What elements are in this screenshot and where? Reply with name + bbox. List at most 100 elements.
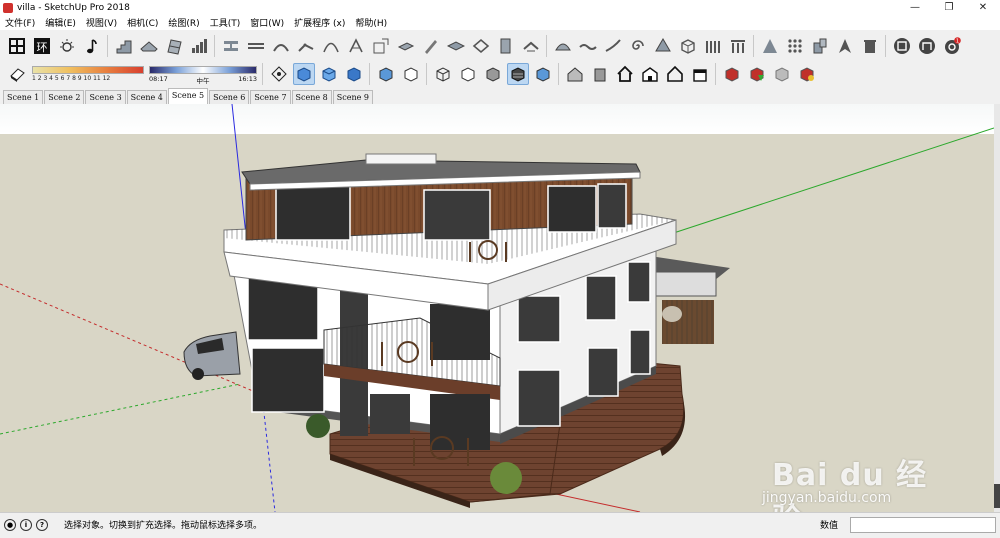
extrude-tool-button[interactable] xyxy=(395,35,417,57)
top-view-icon xyxy=(297,66,310,82)
tab-scene-7[interactable]: Scene 7 xyxy=(250,90,291,104)
tab-scene-2[interactable]: Scene 2 xyxy=(44,90,85,104)
house-front-button[interactable] xyxy=(589,63,611,85)
component-icon xyxy=(813,38,826,53)
share-component-button[interactable] xyxy=(771,63,793,85)
wall-tool-button[interactable] xyxy=(163,35,185,57)
hidden-line-button[interactable] xyxy=(457,63,479,85)
menu-window[interactable]: 窗口(W) xyxy=(245,16,289,29)
pen-tool-button[interactable] xyxy=(420,35,442,57)
house-top-button[interactable] xyxy=(614,63,636,85)
date-gradient-bar[interactable] xyxy=(32,65,144,74)
tab-scene-9[interactable]: Scene 9 xyxy=(332,90,373,104)
shadow-date-slider[interactable]: 1 2 3 4 5 6 7 8 9 10 11 12 xyxy=(32,63,144,85)
close-button[interactable]: ✕ xyxy=(966,2,1000,13)
status-message: 选择对象。切换到扩充选择。拖动鼠标选择多项。 xyxy=(64,521,263,531)
bend-tool-button[interactable] xyxy=(295,35,317,57)
shadows-toggle-button[interactable] xyxy=(6,63,28,85)
dots-tool-button[interactable] xyxy=(784,35,806,57)
sun-icon xyxy=(59,38,74,52)
menu-file[interactable]: 文件(F) xyxy=(0,16,40,29)
beam-tool-button[interactable] xyxy=(220,35,242,57)
model-info-button[interactable] xyxy=(6,35,28,57)
minimize-button[interactable]: — xyxy=(898,2,932,13)
xray-style-button[interactable] xyxy=(375,63,397,85)
tab-scene-6[interactable]: Scene 6 xyxy=(209,90,250,104)
pillar-tool-button[interactable] xyxy=(727,35,749,57)
maximize-button[interactable]: ❐ xyxy=(932,2,966,13)
pillar-icon xyxy=(730,39,745,53)
tab-scene-3[interactable]: Scene 3 xyxy=(85,90,126,104)
shadow-time-slider[interactable]: 08:17 中午 16:13 xyxy=(149,63,257,85)
wireframe-button[interactable] xyxy=(432,63,454,85)
rail-tool-button[interactable] xyxy=(245,35,267,57)
menu-camera[interactable]: 相机(C) xyxy=(122,16,163,29)
plugin-b-icon xyxy=(918,37,935,54)
help-icon[interactable]: ? xyxy=(36,518,48,531)
notifications-button[interactable]: 1 xyxy=(941,35,963,57)
iso-view-button[interactable] xyxy=(268,63,290,85)
curve-tool-button[interactable] xyxy=(270,35,292,57)
shaded-icon xyxy=(486,66,499,82)
arc-icon xyxy=(322,42,339,52)
shaded-textures-button[interactable] xyxy=(506,62,529,85)
scale-tool-button[interactable] xyxy=(370,35,392,57)
time-gradient-bar[interactable] xyxy=(149,65,257,74)
menu-help[interactable]: 帮助(H) xyxy=(350,16,392,29)
menu-edit[interactable]: 编辑(E) xyxy=(40,16,81,29)
environment-button[interactable]: 环 xyxy=(31,35,53,57)
wing-tool-button[interactable] xyxy=(602,35,624,57)
tab-scene-8[interactable]: Scene 8 xyxy=(291,90,332,104)
sun-button[interactable] xyxy=(56,35,78,57)
info-icon[interactable]: i xyxy=(20,518,32,531)
tab-scene-1[interactable]: Scene 1 xyxy=(3,90,44,104)
right-view-button[interactable] xyxy=(343,63,365,85)
trash-tool-button[interactable] xyxy=(859,35,881,57)
house-front-icon xyxy=(594,68,605,81)
top-view-button[interactable] xyxy=(292,62,315,85)
house-right-button[interactable] xyxy=(639,63,661,85)
plugin-a-button[interactable] xyxy=(891,35,913,57)
wave-tool-button[interactable] xyxy=(577,35,599,57)
bars-tool-button[interactable] xyxy=(188,35,210,57)
dome-tool-button[interactable] xyxy=(552,35,574,57)
shaded-button[interactable] xyxy=(482,63,504,85)
geolocation-icon[interactable]: ● xyxy=(4,518,16,531)
tab-scene-5[interactable]: Scene 5 xyxy=(167,88,209,104)
svg-text:环: 环 xyxy=(36,41,47,54)
extension-warehouse-button[interactable] xyxy=(796,63,818,85)
house-back-button[interactable] xyxy=(664,63,686,85)
box-tool-button[interactable] xyxy=(677,35,699,57)
split-tool-button[interactable] xyxy=(345,35,367,57)
arc-tool-button[interactable] xyxy=(320,35,342,57)
measurements-input[interactable] xyxy=(850,516,996,533)
menu-extensions[interactable]: 扩展程序 (x) xyxy=(289,16,350,29)
face-tool-button[interactable] xyxy=(470,35,492,57)
menu-draw[interactable]: 绘图(R) xyxy=(163,16,204,29)
slab-tool-button[interactable] xyxy=(445,35,467,57)
shell-tool-button[interactable] xyxy=(652,35,674,57)
arrow-tool-button[interactable] xyxy=(834,35,856,57)
scrollbar-thumb[interactable] xyxy=(994,484,1000,508)
tab-scene-4[interactable]: Scene 4 xyxy=(126,90,167,104)
spiral-tool-button[interactable] xyxy=(627,35,649,57)
menu-view[interactable]: 视图(V) xyxy=(81,16,122,29)
plugin-b-button[interactable] xyxy=(916,35,938,57)
front-view-button[interactable] xyxy=(318,63,340,85)
component-tool-button[interactable] xyxy=(809,35,831,57)
back-edges-button[interactable] xyxy=(400,63,422,85)
door-tool-button[interactable] xyxy=(495,35,517,57)
roof-tool-button[interactable] xyxy=(138,35,160,57)
house-iso-button[interactable] xyxy=(564,63,586,85)
menu-tools[interactable]: 工具(T) xyxy=(205,16,246,29)
stairs-tool-button[interactable] xyxy=(113,35,135,57)
vertical-scrollbar[interactable] xyxy=(994,104,1000,512)
triangle-tool-button[interactable] xyxy=(759,35,781,57)
column-row-tool-button[interactable] xyxy=(702,35,724,57)
roof-edge-tool-button[interactable] xyxy=(520,35,542,57)
warehouse-button[interactable] xyxy=(721,63,743,85)
sound-button[interactable] xyxy=(81,35,103,57)
share-model-button[interactable] xyxy=(746,63,768,85)
monochrome-button[interactable] xyxy=(532,63,554,85)
house-left-button[interactable] xyxy=(689,63,711,85)
